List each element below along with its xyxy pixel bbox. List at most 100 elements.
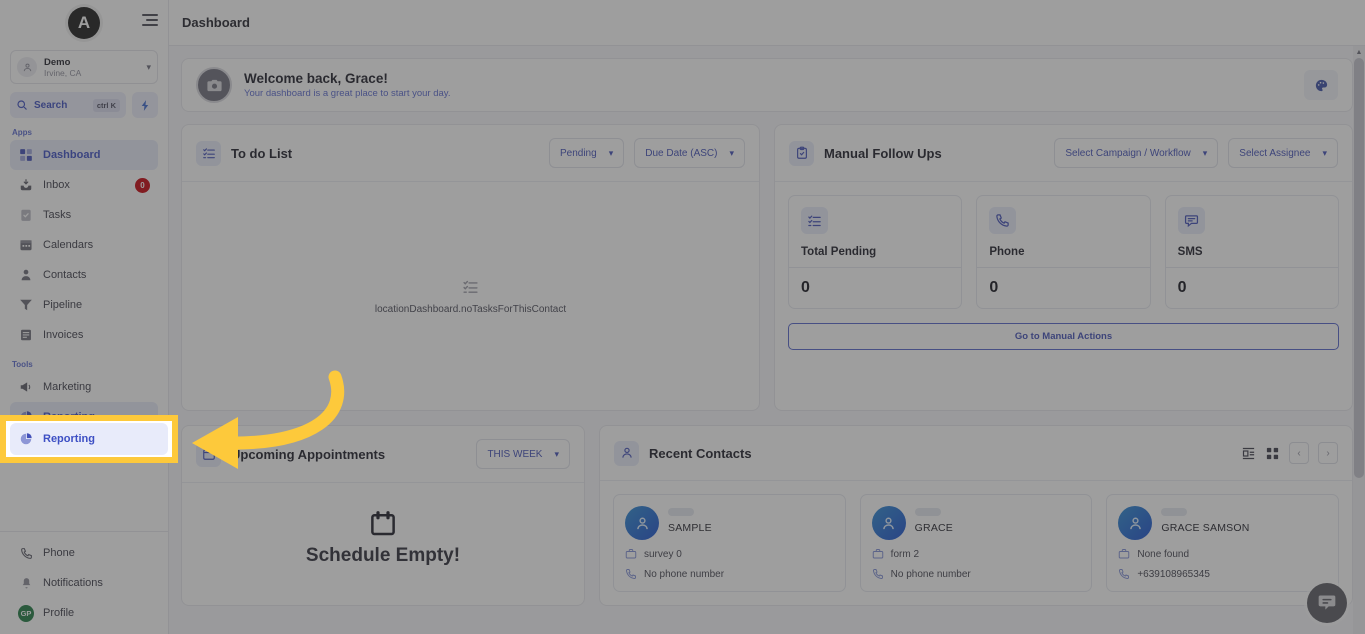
dashboard-content: Welcome back, Grace! Your dashboard is a… [169, 46, 1365, 634]
sidebar-item-label: Inbox [43, 179, 70, 191]
chevron-down-icon: ▾ [554, 448, 559, 459]
sidebar-item-pipeline[interactable]: Pipeline [10, 290, 158, 320]
sidebar-item-dashboard[interactable]: Dashboard [10, 140, 158, 170]
todo-status-value: Pending [559, 147, 597, 159]
avatar-initials: GP [18, 604, 34, 622]
sidebar-divider [0, 531, 168, 532]
stat-label: SMS [1177, 246, 1203, 258]
invoices-icon [18, 327, 34, 343]
manual-follow-ups-card: Manual Follow Ups Select Campaign / Work… [774, 124, 1353, 411]
sidebar-item-tasks[interactable]: Tasks [10, 200, 158, 230]
contact-name: GRACE SAMSON [1161, 522, 1250, 534]
sidebar-item-inbox[interactable]: Inbox 0 [10, 170, 158, 200]
location-sub: Irvine, CA [44, 67, 82, 78]
inbox-badge: 0 [135, 177, 150, 193]
vertical-scrollbar[interactable]: ▲ [1353, 46, 1365, 634]
recent-contacts-header: Recent Contacts ‹ › [600, 426, 1352, 481]
stat-label: Phone [989, 246, 1025, 258]
appointments-range-value: THIS WEEK [487, 448, 543, 460]
recent-contacts-title: Recent Contacts [649, 445, 752, 461]
todo-status-filter[interactable]: Pending ▾ [548, 138, 625, 168]
chevron-down-icon: ▾ [729, 147, 734, 158]
contact-card[interactable]: GRACE form 2 No phone number [859, 494, 1093, 592]
sidebar-item-label: Calendars [43, 239, 94, 251]
contact-source: survey 0 [644, 548, 682, 560]
mfu-card-body: Total Pending 0 Phone 0 SMS 0 Go to Manu… [775, 182, 1352, 363]
stat-value: 0 [977, 267, 1150, 308]
contact-skeleton [668, 508, 694, 516]
sidebar-item-label: Marketing [43, 381, 92, 393]
topbar: Dashboard [169, 0, 1365, 46]
sidebar-item-label: Reporting [43, 433, 95, 445]
stat-label: Total Pending [801, 246, 877, 258]
mfu-card-title: Manual Follow Ups [824, 145, 942, 161]
search-row: Search ctrl K [10, 92, 158, 118]
bell-icon [18, 575, 34, 591]
sidebar-item-reporting-highlighted[interactable]: Reporting [10, 423, 168, 455]
sidebar-item-label: Contacts [43, 269, 87, 281]
sidebar-collapse-icon[interactable] [142, 14, 160, 28]
chevron-down-icon: ▾ [608, 147, 614, 158]
contact-phone: No phone number [890, 568, 971, 580]
location-selector[interactable]: Demo Irvine, CA ▾ [10, 50, 158, 84]
sidebar-footer: Phone Notifications GP Profile [0, 538, 168, 634]
chat-widget-button[interactable] [1307, 583, 1347, 623]
chat-bubble-icon [1318, 595, 1336, 610]
appointments-card: Upcoming Appointments THIS WEEK ▾ Schedu… [181, 425, 585, 606]
search-input[interactable]: Search ctrl K [10, 92, 126, 118]
welcome-text: Welcome back, Grace! Your dashboard is a… [244, 71, 1304, 99]
scroll-up-icon[interactable]: ▲ [1353, 46, 1365, 58]
list-check-icon [801, 207, 828, 234]
sidebar-item-phone[interactable]: Phone [10, 538, 158, 568]
search-icon [17, 100, 27, 110]
contact-skeleton [1161, 508, 1188, 516]
list-view-icon[interactable] [1241, 446, 1256, 461]
contact-phone: +639108965345 [1137, 568, 1210, 580]
sidebar-item-label: Invoices [43, 329, 84, 341]
contact-name: SAMPLE [668, 522, 712, 534]
mfu-card-header: Manual Follow Ups Select Campaign / Work… [775, 125, 1352, 182]
mfu-campaign-value: Select Campaign / Workflow [1065, 147, 1191, 159]
sidebar-item-invoices[interactable]: Invoices [10, 320, 158, 350]
mfu-assignee-filter[interactable]: Select Assignee ▾ [1228, 138, 1338, 168]
go-to-manual-actions-button[interactable]: Go to Manual Actions [788, 323, 1339, 350]
phone-slash-icon [872, 569, 883, 579]
page-title: Dashboard [182, 15, 250, 30]
todo-card-title: To do List [231, 145, 293, 161]
nav-apps: Dashboard Inbox 0 Tasks Calendars Contac… [0, 140, 168, 350]
quick-actions-button[interactable] [132, 92, 158, 118]
sidebar-item-contacts[interactable]: Contacts [10, 260, 158, 290]
palette-icon[interactable] [1304, 70, 1338, 100]
phone-slash-icon [626, 569, 636, 579]
appointments-range-filter[interactable]: THIS WEEK ▾ [476, 439, 570, 469]
app-logo[interactable]: A [68, 7, 100, 39]
sidebar-item-marketing[interactable]: Marketing [10, 372, 158, 402]
location-text: Demo Irvine, CA [44, 57, 146, 78]
sidebar-item-profile[interactable]: GP Profile [10, 598, 158, 628]
contacts-prev-button[interactable]: ‹ [1289, 442, 1309, 464]
list-check-icon [196, 140, 221, 166]
grid-view-icon[interactable] [1265, 446, 1280, 461]
contact-card[interactable]: SAMPLE survey 0 No phone number [613, 494, 846, 592]
search-shortcut: ctrl K [92, 98, 120, 112]
chevron-down-icon: ▾ [1322, 147, 1327, 158]
search-label: Search [34, 99, 68, 111]
bolt-icon [141, 99, 148, 111]
camera-icon[interactable] [196, 67, 232, 103]
mfu-stats: Total Pending 0 Phone 0 SMS 0 [788, 195, 1339, 309]
sidebar-item-calendars[interactable]: Calendars [10, 230, 158, 260]
calendar-icon [371, 511, 395, 536]
contact-card[interactable]: GRACE SAMSON None found +639108965345 [1106, 494, 1340, 592]
mfu-campaign-filter[interactable]: Select Campaign / Workflow ▾ [1054, 138, 1219, 168]
sidebar-header: A [0, 0, 168, 46]
avatar [871, 506, 906, 540]
pipeline-icon [18, 297, 34, 313]
briefcase-icon [1119, 549, 1130, 559]
contacts-next-button[interactable]: › [1318, 442, 1338, 464]
recent-contacts-card: Recent Contacts ‹ › SAMPLE survey 0 No p… [599, 425, 1353, 606]
calendar-icon [18, 237, 34, 253]
appointments-card-title: Upcoming Appointments [231, 446, 386, 462]
sidebar-item-notifications[interactable]: Notifications [10, 568, 158, 598]
todo-sort-filter[interactable]: Due Date (ASC) ▾ [634, 138, 745, 168]
scrollbar-thumb[interactable] [1354, 58, 1364, 478]
